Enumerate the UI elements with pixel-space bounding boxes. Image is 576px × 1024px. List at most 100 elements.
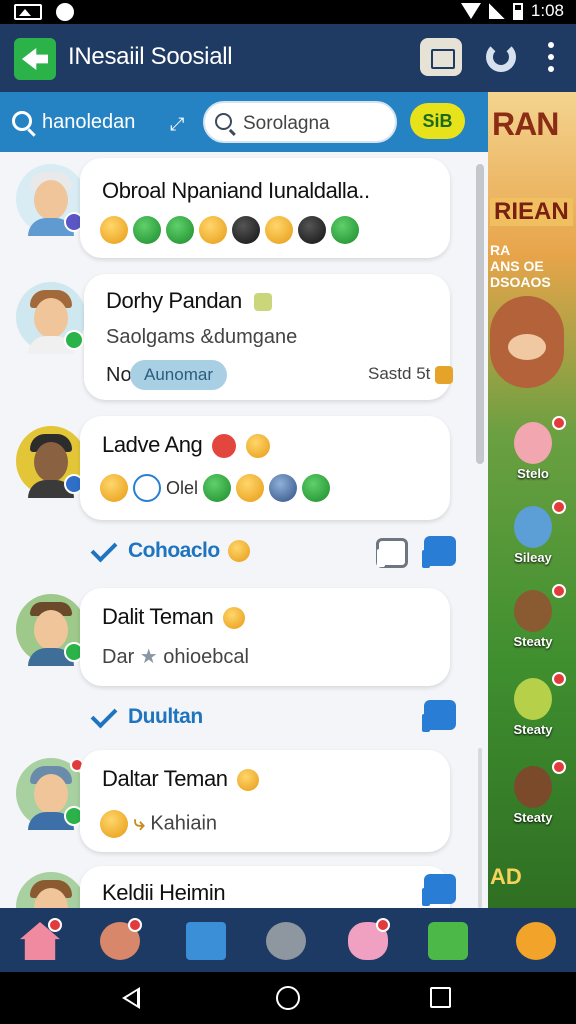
- image-notification-icon: [14, 4, 42, 20]
- like-icon[interactable]: [422, 536, 456, 568]
- game-subtitle: RIEAN: [490, 198, 573, 226]
- emoji-icon[interactable]: [133, 216, 161, 244]
- tab-shop[interactable]: [184, 918, 228, 962]
- emoji-icon: [223, 607, 246, 630]
- tool-icon: [266, 922, 306, 960]
- edit-icon[interactable]: ⤢: [170, 114, 184, 135]
- emoji-icon[interactable]: [100, 216, 128, 244]
- emoji-icon[interactable]: [331, 216, 359, 244]
- like-icon[interactable]: [422, 700, 456, 732]
- post-author-name: Keldii Heimin: [102, 880, 226, 905]
- battery-icon: [512, 2, 523, 20]
- more-options-icon[interactable]: [544, 42, 558, 72]
- emoji-icon[interactable]: [203, 474, 232, 502]
- emoji-icon[interactable]: [232, 216, 260, 244]
- game-ad-panel[interactable]: RAN RIEAN RA ANS OE DSOAOS Stelo Sileay …: [488, 92, 576, 908]
- tag-pill[interactable]: Aunomar: [130, 360, 227, 390]
- notification-badge: [128, 918, 142, 932]
- emoji-icon[interactable]: [269, 474, 298, 502]
- reaction-row: Olel: [100, 474, 331, 502]
- check-icon: [90, 535, 118, 563]
- feed-list[interactable]: Obroal Npaniand Iunaldalla.. Dorhy Panda…: [0, 152, 488, 908]
- post-text-prefix: Dar: [102, 646, 135, 668]
- bear-character-icon: [490, 296, 564, 388]
- scrollbar-track: [478, 748, 482, 908]
- emoji-icon[interactable]: [302, 474, 331, 502]
- game-title: RAN: [492, 106, 559, 142]
- back-icon[interactable]: [122, 987, 140, 1009]
- recent-apps-icon[interactable]: [430, 987, 451, 1008]
- avatar[interactable]: [16, 872, 86, 908]
- status-time: 1:08: [530, 1, 564, 20]
- emoji-icon: [237, 769, 260, 792]
- post-text: Saolgams &dumgane: [106, 326, 298, 348]
- timer-icon[interactable]: [133, 474, 161, 502]
- check-label: Duultan: [128, 705, 203, 728]
- emoji-icon: [245, 434, 270, 459]
- search-input[interactable]: Sorolagna: [203, 101, 397, 143]
- post-text: Kahiain: [150, 812, 218, 835]
- angry-emoji-icon: [212, 434, 237, 459]
- emoji-icon[interactable]: [100, 474, 128, 502]
- tab-games[interactable]: [426, 918, 470, 962]
- tab-home[interactable]: [18, 918, 62, 962]
- coin-icon: [435, 365, 454, 384]
- avatar[interactable]: [16, 282, 86, 354]
- list-item[interactable]: Ladve Ang Olel: [80, 416, 450, 520]
- emoji-icon[interactable]: [166, 216, 194, 244]
- refresh-icon-button[interactable]: [486, 42, 516, 72]
- emoji-icon[interactable]: [298, 216, 326, 244]
- check-row[interactable]: Cohoaclo: [90, 535, 472, 568]
- book-icon-button[interactable]: [420, 38, 462, 76]
- post-author-name: Dorhy Pandan: [106, 288, 242, 313]
- app-title: INesaiil Soosiall: [68, 43, 233, 70]
- search-icon[interactable]: [12, 111, 32, 131]
- avatar[interactable]: [16, 594, 86, 666]
- scrollbar-thumb[interactable]: [476, 164, 484, 464]
- like-outline-icon[interactable]: [376, 538, 408, 568]
- post-meta: Sastd 5t: [368, 364, 431, 383]
- avatar[interactable]: [16, 426, 86, 498]
- home-circle-icon[interactable]: [276, 986, 300, 1010]
- list-item[interactable]: Dalit Teman Dar ★ ohioebcal: [80, 588, 450, 686]
- like-icon[interactable]: [422, 874, 456, 906]
- emoji-icon[interactable]: [236, 474, 265, 502]
- tab-tools[interactable]: [264, 918, 308, 962]
- list-item[interactable]: Obroal Npaniand Iunaldalla..: [80, 158, 450, 258]
- check-label: Cohoaclo: [128, 539, 220, 562]
- game-character[interactable]: Steaty: [500, 584, 566, 664]
- tab-profile[interactable]: [98, 918, 142, 962]
- tab-rewards[interactable]: [346, 918, 390, 962]
- game-character[interactable]: Sileay: [500, 500, 566, 580]
- check-icon: [90, 701, 118, 729]
- reaction-row: [100, 216, 359, 244]
- robot-icon: [428, 922, 468, 960]
- game-character[interactable]: Steaty: [500, 760, 566, 840]
- app-notification-icon: [56, 3, 74, 21]
- emoji-icon[interactable]: [199, 216, 227, 244]
- app-bar: INesaiil Soosiall: [0, 24, 576, 92]
- app-logo-icon: [14, 38, 56, 80]
- search-icon: [215, 113, 232, 130]
- avatar[interactable]: [16, 164, 86, 236]
- list-item[interactable]: Dorhy Pandan Saolgams &dumgane No Aunoma…: [84, 274, 454, 400]
- reaction-text: Olel: [166, 477, 199, 498]
- pin-icon: ⤷: [133, 812, 145, 835]
- emoji-icon: [100, 810, 128, 838]
- emoji-icon: [228, 540, 250, 562]
- action-pill-button[interactable]: SiB: [410, 103, 465, 139]
- face-icon: [516, 922, 556, 960]
- tab-emotes[interactable]: [514, 918, 558, 962]
- post-prefix: No: [106, 364, 132, 386]
- signal-icon: [488, 3, 505, 19]
- emoji-icon[interactable]: [265, 216, 293, 244]
- list-item[interactable]: Daltar Teman ⤷ Kahiain: [80, 750, 450, 852]
- list-item[interactable]: Keldii Heimin: [80, 866, 450, 908]
- game-character[interactable]: Stelo: [500, 416, 566, 496]
- avatar[interactable]: [16, 758, 86, 830]
- search-row-label[interactable]: hanoledan: [42, 111, 135, 134]
- star-icon: ★: [139, 646, 158, 668]
- check-row[interactable]: Duultan: [90, 701, 392, 734]
- game-character[interactable]: Steaty: [500, 672, 566, 752]
- post-text: ohioebcal: [163, 646, 249, 668]
